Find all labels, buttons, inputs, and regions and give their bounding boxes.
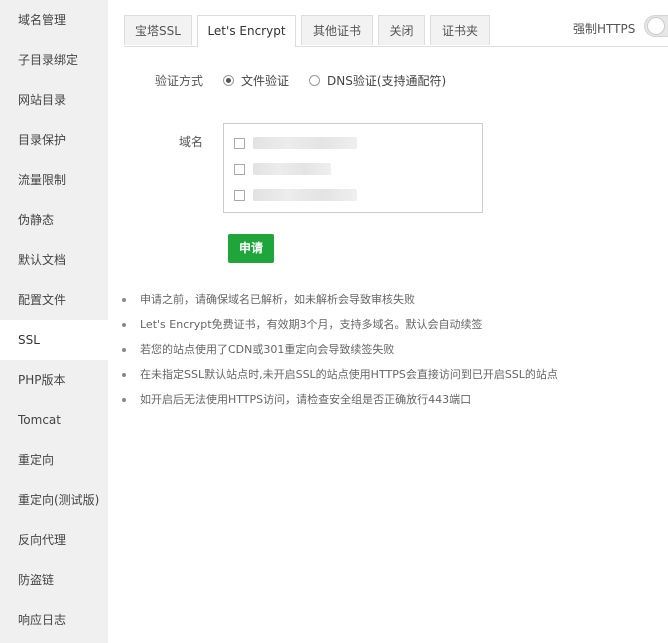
tab-bt-ssl[interactable]: 宝塔SSL — [124, 15, 192, 45]
sidebar-item-hotlink[interactable]: 防盗链 — [0, 560, 108, 600]
radio-file-verify-label: 文件验证 — [241, 74, 290, 88]
force-https-toggle[interactable] — [644, 15, 668, 37]
sidebar-item-php-version[interactable]: PHP版本 — [0, 360, 108, 400]
sidebar-item-config-file[interactable]: 配置文件 — [0, 280, 108, 320]
tab-other-cert[interactable]: 其他证书 — [301, 15, 373, 45]
sidebar-item-ssl[interactable]: SSL — [0, 320, 108, 360]
tip-item: 在未指定SSL默认站点时,未开启SSL的站点使用HTTPS会直接访问到已开启SS… — [120, 365, 558, 390]
domain-name-blurred — [253, 189, 357, 201]
radio-unchecked-icon — [309, 75, 320, 86]
domain-name-blurred — [253, 163, 331, 175]
sidebar-item-redirect[interactable]: 重定向 — [0, 440, 108, 480]
tab-cert-folder[interactable]: 证书夹 — [430, 15, 490, 45]
radio-dns-verify-label: DNS验证(支持通配符) — [327, 74, 447, 88]
tab-lets-encrypt[interactable]: Let's Encrypt — [197, 15, 296, 47]
tip-item: 如开启后无法使用HTTPS访问，请检查安全组是否正确放行443端口 — [120, 390, 558, 415]
tip-item: 若您的站点使用了CDN或301重定向会导致续签失败 — [120, 340, 558, 365]
domain-label: 域名 — [179, 135, 204, 149]
main-panel: 宝塔SSL Let's Encrypt 其他证书 关闭 证书夹 强制HTTPS … — [108, 0, 668, 643]
sidebar-item-domain-manage[interactable]: 域名管理 — [0, 0, 108, 40]
sidebar-item-site-dir[interactable]: 网站目录 — [0, 80, 108, 120]
domain-name-blurred — [253, 137, 357, 149]
verify-method-label: 验证方式 — [155, 74, 204, 88]
toggle-knob — [647, 17, 665, 35]
domain-row[interactable] — [234, 189, 357, 201]
sidebar-item-default-doc[interactable]: 默认文档 — [0, 240, 108, 280]
tip-item: 申请之前，请确保域名已解析，如未解析会导致审核失败 — [120, 290, 558, 315]
radio-dns-verify[interactable]: DNS验证(支持通配符) — [309, 72, 446, 89]
checkbox[interactable] — [234, 137, 245, 149]
sidebar-item-reverse-proxy[interactable]: 反向代理 — [0, 520, 108, 560]
sidebar-item-dir-protect[interactable]: 目录保护 — [0, 120, 108, 160]
radio-checked-icon — [223, 75, 234, 86]
domain-row[interactable] — [234, 163, 331, 175]
sidebar-item-redirect-beta[interactable]: 重定向(测试版) — [0, 480, 108, 520]
radio-file-verify[interactable]: 文件验证 — [223, 72, 289, 89]
checkbox[interactable] — [234, 163, 245, 175]
sidebar: 域名管理 子目录绑定 网站目录 目录保护 流量限制 伪静态 默认文档 配置文件 … — [0, 0, 108, 643]
tip-item: Let's Encrypt免费证书，有效期3个月，支持多域名。默认会自动续签 — [120, 315, 558, 340]
domain-row[interactable] — [234, 137, 357, 149]
tips-list: 申请之前，请确保域名已解析，如未解析会导致审核失败 Let's Encrypt免… — [120, 290, 558, 415]
tab-close[interactable]: 关闭 — [378, 15, 425, 45]
sidebar-item-tomcat[interactable]: Tomcat — [0, 400, 108, 440]
checkbox[interactable] — [234, 189, 245, 201]
sidebar-item-subdir-bind[interactable]: 子目录绑定 — [0, 40, 108, 80]
force-https-label: 强制HTTPS — [573, 22, 636, 36]
sidebar-item-traffic-limit[interactable]: 流量限制 — [0, 160, 108, 200]
sidebar-item-response-log[interactable]: 响应日志 — [0, 600, 108, 640]
domain-list — [223, 123, 483, 213]
sidebar-item-rewrite[interactable]: 伪静态 — [0, 200, 108, 240]
apply-button[interactable]: 申请 — [228, 234, 274, 263]
